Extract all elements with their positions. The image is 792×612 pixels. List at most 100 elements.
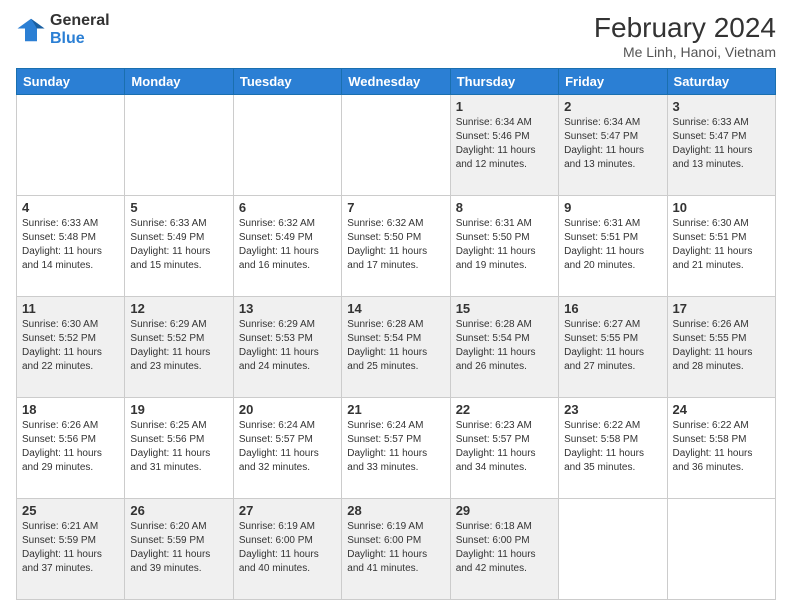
table-row: 4 Sunrise: 6:33 AM Sunset: 5:48 PM Daylig… — [17, 196, 125, 297]
day-info: Sunrise: 6:30 AM Sunset: 5:51 PM Dayligh… — [673, 217, 770, 273]
day-info: Sunrise: 6:24 AM Sunset: 5:57 PM Dayligh… — [239, 419, 336, 475]
table-row: 13 Sunrise: 6:29 AM Sunset: 5:53 PM Dayli… — [233, 297, 341, 398]
month-title: February 2024 — [594, 12, 776, 44]
day-number: 4 — [22, 200, 119, 215]
table-row: 8 Sunrise: 6:31 AM Sunset: 5:50 PM Daylig… — [450, 196, 558, 297]
day-info: Sunrise: 6:24 AM Sunset: 5:57 PM Dayligh… — [347, 419, 444, 475]
day-info: Sunrise: 6:34 AM Sunset: 5:47 PM Dayligh… — [564, 116, 661, 172]
logo-text: General Blue — [50, 12, 110, 47]
day-info: Sunrise: 6:32 AM Sunset: 5:50 PM Dayligh… — [347, 217, 444, 273]
day-info: Sunrise: 6:25 AM Sunset: 5:56 PM Dayligh… — [130, 419, 227, 475]
table-row: 15 Sunrise: 6:28 AM Sunset: 5:54 PM Dayli… — [450, 297, 558, 398]
day-number: 24 — [673, 402, 770, 417]
table-row — [233, 95, 341, 196]
table-row: 11 Sunrise: 6:30 AM Sunset: 5:52 PM Dayli… — [17, 297, 125, 398]
table-row — [667, 499, 775, 600]
logo: General Blue — [16, 12, 110, 47]
day-number: 19 — [130, 402, 227, 417]
day-info: Sunrise: 6:31 AM Sunset: 5:51 PM Dayligh… — [564, 217, 661, 273]
col-saturday: Saturday — [667, 69, 775, 95]
day-info: Sunrise: 6:33 AM Sunset: 5:47 PM Dayligh… — [673, 116, 770, 172]
day-number: 15 — [456, 301, 553, 316]
day-info: Sunrise: 6:26 AM Sunset: 5:56 PM Dayligh… — [22, 419, 119, 475]
day-info: Sunrise: 6:23 AM Sunset: 5:57 PM Dayligh… — [456, 419, 553, 475]
day-number: 14 — [347, 301, 444, 316]
day-number: 6 — [239, 200, 336, 215]
logo-icon — [16, 15, 46, 45]
table-row: 21 Sunrise: 6:24 AM Sunset: 5:57 PM Dayli… — [342, 398, 450, 499]
calendar-page: General Blue February 2024 Me Linh, Hano… — [0, 0, 792, 612]
title-area: February 2024 Me Linh, Hanoi, Vietnam — [594, 12, 776, 60]
day-number: 7 — [347, 200, 444, 215]
table-row: 19 Sunrise: 6:25 AM Sunset: 5:56 PM Dayli… — [125, 398, 233, 499]
table-row: 26 Sunrise: 6:20 AM Sunset: 5:59 PM Dayli… — [125, 499, 233, 600]
table-row: 10 Sunrise: 6:30 AM Sunset: 5:51 PM Dayli… — [667, 196, 775, 297]
day-info: Sunrise: 6:28 AM Sunset: 5:54 PM Dayligh… — [456, 318, 553, 374]
day-info: Sunrise: 6:22 AM Sunset: 5:58 PM Dayligh… — [673, 419, 770, 475]
day-info: Sunrise: 6:19 AM Sunset: 6:00 PM Dayligh… — [347, 520, 444, 576]
col-thursday: Thursday — [450, 69, 558, 95]
table-row — [17, 95, 125, 196]
day-number: 12 — [130, 301, 227, 316]
day-number: 10 — [673, 200, 770, 215]
table-row: 28Sunrise: 6:19 AM Sunset: 6:00 PM Dayli… — [342, 499, 450, 600]
day-number: 16 — [564, 301, 661, 316]
col-wednesday: Wednesday — [342, 69, 450, 95]
day-info: Sunrise: 6:20 AM Sunset: 5:59 PM Dayligh… — [130, 520, 227, 576]
calendar-table: Sunday Monday Tuesday Wednesday Thursday… — [16, 68, 776, 600]
day-number: 17 — [673, 301, 770, 316]
day-info: Sunrise: 6:30 AM Sunset: 5:52 PM Dayligh… — [22, 318, 119, 374]
table-row: 16 Sunrise: 6:27 AM Sunset: 5:55 PM Dayli… — [559, 297, 667, 398]
table-row: 3Sunrise: 6:33 AM Sunset: 5:47 PM Daylig… — [667, 95, 775, 196]
table-row — [559, 499, 667, 600]
calendar-week-row: 1Sunrise: 6:34 AM Sunset: 5:46 PM Daylig… — [17, 95, 776, 196]
day-number: 5 — [130, 200, 227, 215]
day-info: Sunrise: 6:27 AM Sunset: 5:55 PM Dayligh… — [564, 318, 661, 374]
day-info: Sunrise: 6:32 AM Sunset: 5:49 PM Dayligh… — [239, 217, 336, 273]
table-row — [125, 95, 233, 196]
col-sunday: Sunday — [17, 69, 125, 95]
calendar-week-row: 25Sunrise: 6:21 AM Sunset: 5:59 PM Dayli… — [17, 499, 776, 600]
day-number: 9 — [564, 200, 661, 215]
table-row: 5 Sunrise: 6:33 AM Sunset: 5:49 PM Daylig… — [125, 196, 233, 297]
day-info: Sunrise: 6:31 AM Sunset: 5:50 PM Dayligh… — [456, 217, 553, 273]
table-row: 1Sunrise: 6:34 AM Sunset: 5:46 PM Daylig… — [450, 95, 558, 196]
table-row: 7 Sunrise: 6:32 AM Sunset: 5:50 PM Daylig… — [342, 196, 450, 297]
day-number: 26 — [130, 503, 227, 518]
day-info: Sunrise: 6:28 AM Sunset: 5:54 PM Dayligh… — [347, 318, 444, 374]
day-info: Sunrise: 6:33 AM Sunset: 5:49 PM Dayligh… — [130, 217, 227, 273]
header: General Blue February 2024 Me Linh, Hano… — [16, 12, 776, 60]
table-row — [342, 95, 450, 196]
table-row: 24 Sunrise: 6:22 AM Sunset: 5:58 PM Dayli… — [667, 398, 775, 499]
day-number: 18 — [22, 402, 119, 417]
col-friday: Friday — [559, 69, 667, 95]
calendar-week-row: 18 Sunrise: 6:26 AM Sunset: 5:56 PM Dayli… — [17, 398, 776, 499]
calendar-header-row: Sunday Monday Tuesday Wednesday Thursday… — [17, 69, 776, 95]
table-row: 29Sunrise: 6:18 AM Sunset: 6:00 PM Dayli… — [450, 499, 558, 600]
day-number: 8 — [456, 200, 553, 215]
day-info: Sunrise: 6:33 AM Sunset: 5:48 PM Dayligh… — [22, 217, 119, 273]
table-row: 18 Sunrise: 6:26 AM Sunset: 5:56 PM Dayli… — [17, 398, 125, 499]
day-number: 1 — [456, 99, 553, 114]
day-info: Sunrise: 6:29 AM Sunset: 5:52 PM Dayligh… — [130, 318, 227, 374]
day-info: Sunrise: 6:26 AM Sunset: 5:55 PM Dayligh… — [673, 318, 770, 374]
table-row: 14 Sunrise: 6:28 AM Sunset: 5:54 PM Dayli… — [342, 297, 450, 398]
day-number: 13 — [239, 301, 336, 316]
day-number: 22 — [456, 402, 553, 417]
table-row: 12 Sunrise: 6:29 AM Sunset: 5:52 PM Dayli… — [125, 297, 233, 398]
table-row: 6 Sunrise: 6:32 AM Sunset: 5:49 PM Daylig… — [233, 196, 341, 297]
day-info: Sunrise: 6:29 AM Sunset: 5:53 PM Dayligh… — [239, 318, 336, 374]
day-info: Sunrise: 6:22 AM Sunset: 5:58 PM Dayligh… — [564, 419, 661, 475]
day-number: 11 — [22, 301, 119, 316]
table-row: 25Sunrise: 6:21 AM Sunset: 5:59 PM Dayli… — [17, 499, 125, 600]
day-info: Sunrise: 6:19 AM Sunset: 6:00 PM Dayligh… — [239, 520, 336, 576]
calendar-week-row: 11 Sunrise: 6:30 AM Sunset: 5:52 PM Dayli… — [17, 297, 776, 398]
table-row: 17 Sunrise: 6:26 AM Sunset: 5:55 PM Dayli… — [667, 297, 775, 398]
calendar-week-row: 4 Sunrise: 6:33 AM Sunset: 5:48 PM Daylig… — [17, 196, 776, 297]
day-number: 21 — [347, 402, 444, 417]
day-info: Sunrise: 6:18 AM Sunset: 6:00 PM Dayligh… — [456, 520, 553, 576]
day-number: 27 — [239, 503, 336, 518]
table-row: 2Sunrise: 6:34 AM Sunset: 5:47 PM Daylig… — [559, 95, 667, 196]
table-row: 20Sunrise: 6:24 AM Sunset: 5:57 PM Dayli… — [233, 398, 341, 499]
table-row: 9 Sunrise: 6:31 AM Sunset: 5:51 PM Daylig… — [559, 196, 667, 297]
